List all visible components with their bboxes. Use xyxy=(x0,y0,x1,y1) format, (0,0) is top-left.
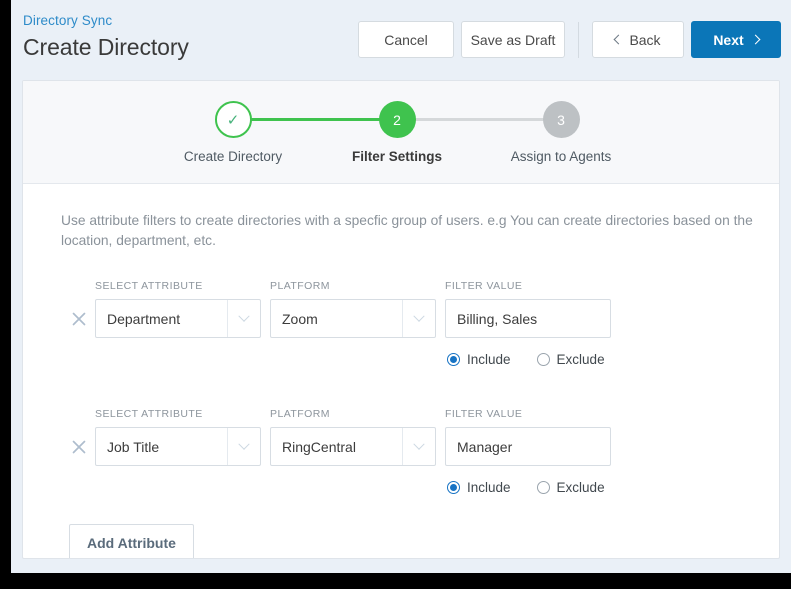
back-button[interactable]: Back xyxy=(592,21,684,58)
include-exclude-group: Include Exclude xyxy=(447,480,605,495)
select-attribute-field: SELECT ATTRIBUTE Department xyxy=(95,280,261,338)
header-actions: Cancel Save as Draft Back Next xyxy=(358,21,781,58)
save-as-draft-button[interactable]: Save as Draft xyxy=(461,21,565,58)
filter-value-label: FILTER VALUE xyxy=(445,408,523,420)
platform-dropdown[interactable]: Zoom xyxy=(270,299,436,338)
platform-field: PLATFORM RingCentral xyxy=(270,408,436,466)
include-radio-label: Include xyxy=(467,352,511,367)
select-attribute-dropdown[interactable]: Job Title xyxy=(95,427,261,466)
step-label-3: Assign to Agents xyxy=(510,149,612,164)
platform-dropdown[interactable]: RingCentral xyxy=(270,427,436,466)
filter-value-input[interactable] xyxy=(445,427,611,466)
step-marker-1: ✓ xyxy=(214,101,252,138)
radio-indicator-include xyxy=(447,481,460,494)
platform-field: PLATFORM Zoom xyxy=(270,280,436,338)
exclude-radio-label: Exclude xyxy=(556,352,605,367)
radio-indicator-include xyxy=(447,353,460,366)
step-label-1: Create Directory xyxy=(183,149,283,164)
wizard-card: ✓ Create Directory 2 Filter Settings 3 A… xyxy=(22,80,780,559)
select-attribute-label: SELECT ATTRIBUTE xyxy=(95,280,203,292)
filter-value-label: FILTER VALUE xyxy=(445,280,523,292)
remove-filter-icon[interactable] xyxy=(69,437,89,457)
select-attribute-field: SELECT ATTRIBUTE Job Title xyxy=(95,408,261,466)
page-root: Directory Sync Create Directory Cancel S… xyxy=(11,0,791,573)
wizard-body: Use attribute filters to create director… xyxy=(23,184,779,558)
chevron-down-icon xyxy=(402,300,435,337)
select-attribute-value: Department xyxy=(107,310,181,327)
filter-value-field: FILTER VALUE xyxy=(445,280,611,338)
next-button[interactable]: Next xyxy=(691,21,781,58)
step-marker-3: 3 xyxy=(542,101,580,138)
exclude-radio-label: Exclude xyxy=(556,480,605,495)
filter-value-field: FILTER VALUE xyxy=(445,408,611,466)
include-radio[interactable]: Include xyxy=(447,480,511,495)
platform-value: RingCentral xyxy=(282,438,356,455)
stepper-step-assign-to-agents[interactable]: 3 Assign to Agents xyxy=(481,101,641,164)
platform-label: PLATFORM xyxy=(270,408,330,420)
platform-value: Zoom xyxy=(282,310,318,327)
select-attribute-dropdown[interactable]: Department xyxy=(95,299,261,338)
exclude-radio[interactable]: Exclude xyxy=(536,480,605,495)
stepper-connector-2 xyxy=(415,118,544,121)
radio-indicator-exclude xyxy=(536,481,550,494)
stepper-steps: ✓ Create Directory 2 Filter Settings 3 A… xyxy=(23,81,779,184)
filter-value-input[interactable] xyxy=(445,299,611,338)
stepper-step-create-directory[interactable]: ✓ Create Directory xyxy=(153,101,313,164)
platform-label: PLATFORM xyxy=(270,280,330,292)
chevron-right-icon xyxy=(750,34,761,45)
select-attribute-value: Job Title xyxy=(107,438,160,455)
viewport: Directory Sync Create Directory Cancel S… xyxy=(0,0,791,589)
select-attribute-label: SELECT ATTRIBUTE xyxy=(95,408,203,420)
filter-description: Use attribute filters to create director… xyxy=(61,213,753,248)
step-label-2: Filter Settings xyxy=(351,149,442,164)
include-exclude-group: Include Exclude xyxy=(447,352,605,367)
add-attribute-button[interactable]: Add Attribute xyxy=(69,524,194,558)
include-radio[interactable]: Include xyxy=(447,352,511,367)
chevron-left-icon xyxy=(613,34,624,45)
radio-indicator-exclude xyxy=(536,353,550,366)
chevron-down-icon xyxy=(402,428,435,465)
stepper-step-filter-settings[interactable]: 2 Filter Settings xyxy=(317,101,477,164)
stepper-connector-1 xyxy=(251,118,380,121)
step-marker-2: 2 xyxy=(378,101,416,138)
exclude-radio[interactable]: Exclude xyxy=(536,352,605,367)
page-header: Directory Sync Create Directory Cancel S… xyxy=(11,0,791,80)
header-divider xyxy=(578,21,579,58)
back-button-label: Back xyxy=(629,31,661,48)
next-button-label: Next xyxy=(713,31,744,48)
cancel-button[interactable]: Cancel xyxy=(358,21,454,58)
include-radio-label: Include xyxy=(467,480,511,495)
chevron-down-icon xyxy=(227,300,260,337)
wizard-stepper: ✓ Create Directory 2 Filter Settings 3 A… xyxy=(23,81,779,184)
chevron-down-icon xyxy=(227,428,260,465)
remove-filter-icon[interactable] xyxy=(69,309,89,329)
